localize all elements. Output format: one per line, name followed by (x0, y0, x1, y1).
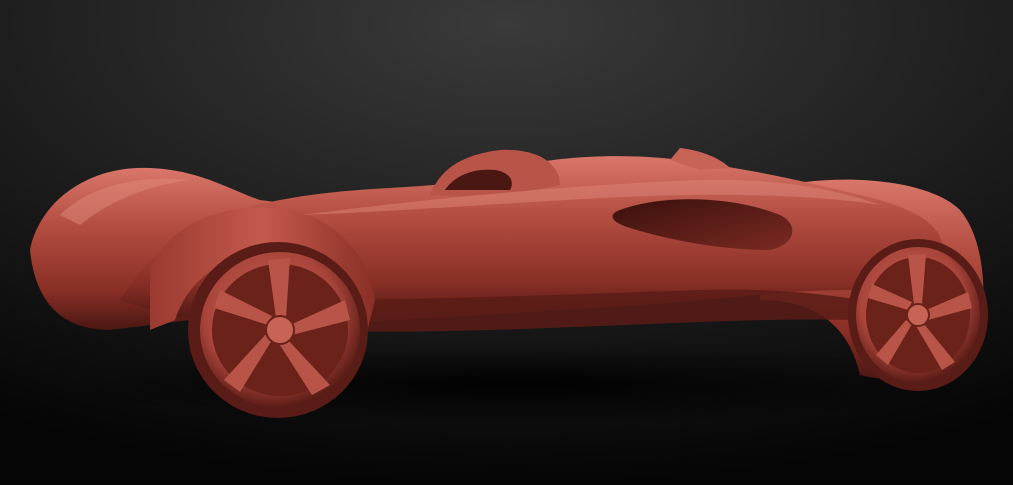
3d-viewport[interactable] (0, 0, 1013, 485)
ground-shadow (50, 345, 990, 425)
sculpt-render-canvas[interactable] (0, 0, 1013, 485)
front-wheel-icon[interactable] (188, 242, 368, 418)
rear-hub (906, 303, 930, 327)
rear-wheel-icon[interactable] (848, 239, 988, 391)
front-hub (265, 315, 295, 345)
